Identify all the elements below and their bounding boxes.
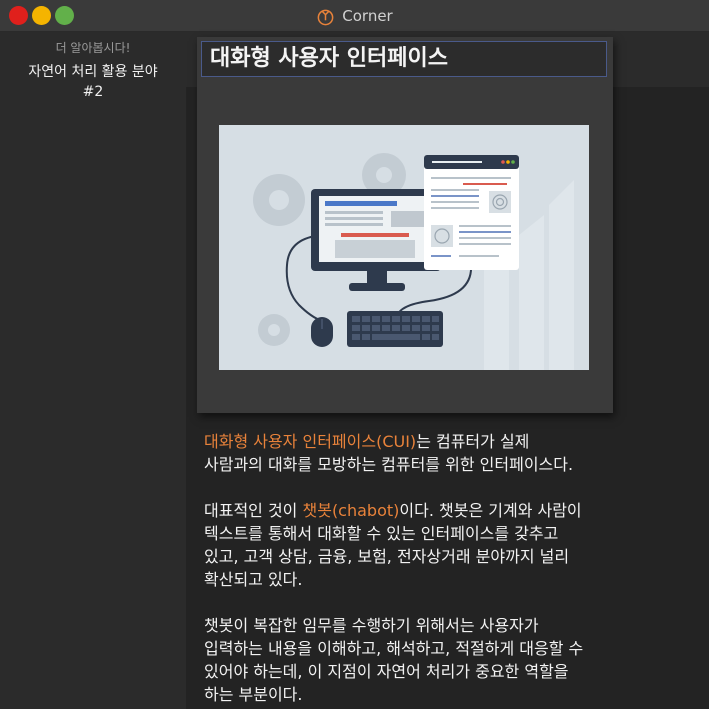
sidebar-title-line: 자연어 처리 활용 분야 (28, 64, 158, 80)
text-run: 챗봇이 복잡한 임무를 수행하기 위해서는 사용자가 (204, 616, 539, 635)
article-paragraph: 대표적인 것이 챗봇(chabot)이다. 챗봇은 기계와 사람이텍스트를 통해… (204, 499, 664, 591)
sidebar-title-number: #2 (82, 84, 104, 100)
article-line: 텍스트를 통해서 대화할 수 있는 인터페이스를 갖추고 (204, 522, 664, 545)
content-area: 대화형 사용자 인터페이스 대화형 사용자 인터페이스(CUI)는 컴퓨터가 실… (186, 32, 709, 709)
article-line: 입력하는 내용을 이해하고, 해석하고, 적절하게 대응할 수 (204, 637, 664, 660)
sidebar-title[interactable]: 자연어 처리 활용 분야 #2 (0, 62, 186, 102)
illustration-svg (219, 125, 589, 370)
window-titlebar: Corner (0, 0, 709, 32)
article-paragraph: 챗봇이 복잡한 임무를 수행하기 위해서는 사용자가입력하는 내용을 이해하고,… (204, 614, 664, 706)
app-title-text: Corner (342, 7, 393, 25)
computer-interface-illustration (219, 125, 589, 370)
highlighted-term: 챗봇(chabot) (302, 501, 400, 520)
highlighted-term: 대화형 사용자 인터페이스(CUI) (204, 432, 417, 451)
article-line: 있고, 고객 상담, 금융, 보험, 전자상거래 분야까지 널리 (204, 545, 664, 568)
article-paragraph: 대화형 사용자 인터페이스(CUI)는 컴퓨터가 실제사람과의 대화를 모방하는… (204, 430, 664, 476)
corner-app-icon (317, 9, 334, 25)
article-line: 챗봇이 복잡한 임무를 수행하기 위해서는 사용자가 (204, 614, 664, 637)
app-title: Corner (0, 0, 709, 32)
text-run: 는 컴퓨터가 실제 (416, 432, 530, 451)
text-run: 하는 부분이다. (204, 685, 303, 704)
article-line: 대화형 사용자 인터페이스(CUI)는 컴퓨터가 실제 (204, 430, 664, 453)
article-card: 대화형 사용자 인터페이스 (197, 37, 613, 413)
text-run: 이다. 챗봇은 기계와 사람이 (399, 501, 582, 520)
article-line: 대표적인 것이 챗봇(chabot)이다. 챗봇은 기계와 사람이 (204, 499, 664, 522)
sidebar-subtitle: 더 알아봅시다! (55, 41, 131, 55)
text-run: 입력하는 내용을 이해하고, 해석하고, 적절하게 대응할 수 (204, 639, 584, 658)
text-run: 텍스트를 통해서 대화할 수 있는 인터페이스를 갖추고 (204, 524, 559, 543)
text-run: 확산되고 있다. (204, 570, 303, 589)
article-line: 확산되고 있다. (204, 568, 664, 591)
article-line: 사람과의 대화를 모방하는 컴퓨터를 위한 인터페이스다. (204, 453, 664, 476)
article-line: 있어야 하는데, 이 지점이 자연어 처리가 중요한 역할을 (204, 660, 664, 683)
article-line: 하는 부분이다. (204, 683, 664, 706)
text-run: 대표적인 것이 (204, 501, 303, 520)
article-title-field[interactable]: 대화형 사용자 인터페이스 (201, 41, 607, 77)
text-run: 있고, 고객 상담, 금융, 보험, 전자상거래 분야까지 널리 (204, 547, 570, 566)
article-body: 대화형 사용자 인터페이스(CUI)는 컴퓨터가 실제사람과의 대화를 모방하는… (204, 430, 664, 709)
text-run: 있어야 하는데, 이 지점이 자연어 처리가 중요한 역할을 (204, 662, 569, 681)
text-run: 사람과의 대화를 모방하는 컴퓨터를 위한 인터페이스다. (204, 455, 574, 474)
sidebar: 더 알아봅시다! 자연어 처리 활용 분야 #2 (0, 32, 186, 709)
